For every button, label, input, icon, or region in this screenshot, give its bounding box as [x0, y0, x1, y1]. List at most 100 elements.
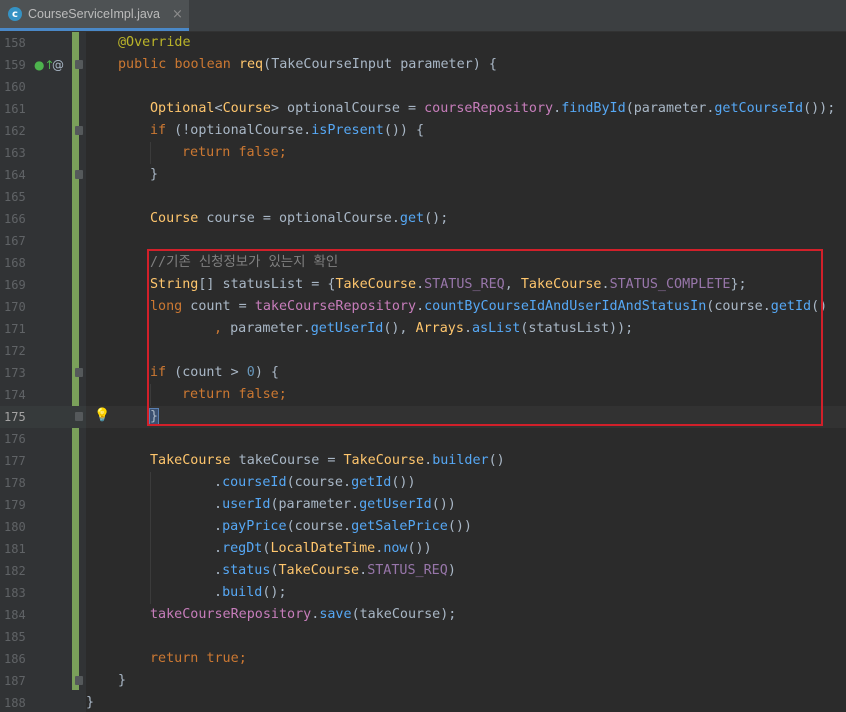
code-token: String — [150, 277, 199, 292]
line-number: 172 — [4, 344, 26, 358]
indent-guide — [150, 142, 151, 164]
line-number: 161 — [4, 102, 26, 116]
at-sign-icon[interactable]: @ — [52, 57, 64, 73]
code-token: parameter — [400, 57, 473, 72]
code-line: 179 .userId(parameter.getUserId()) — [0, 494, 846, 516]
code-line: 162 if (!optionalCourse.isPresent()) { — [0, 120, 846, 142]
code-token: (course. — [706, 299, 771, 314]
code-token: . — [214, 541, 223, 556]
line-number: 158 — [4, 36, 26, 50]
code-editor[interactable]: 158 @Override 159 ●↑ @ public boolean re… — [0, 32, 846, 712]
code-token: ()); — [803, 101, 836, 116]
code-token: < — [214, 101, 223, 116]
code-token: if — [150, 123, 167, 138]
java-class-icon: c — [8, 7, 22, 21]
line-number: 171 — [4, 322, 26, 336]
fold-marker-icon[interactable] — [75, 368, 83, 377]
code-token: , — [504, 277, 521, 292]
code-token: 0 — [246, 365, 255, 380]
line-number: 159 — [4, 58, 26, 72]
code-token: build — [222, 585, 263, 600]
line-number: 163 — [4, 146, 26, 160]
code-token: ()) — [391, 475, 416, 490]
code-token: TakeCourse — [278, 563, 360, 578]
code-token: get — [399, 211, 425, 226]
code-token: if — [150, 365, 167, 380]
code-line: 161 Optional<Course> optionalCourse = co… — [0, 98, 846, 120]
code-token: takeCourseRepository — [254, 299, 417, 314]
code-token: . — [214, 585, 223, 600]
code-token: . — [214, 519, 223, 534]
tab-course-service-impl[interactable]: c CourseServiceImpl.java × — [0, 0, 189, 31]
code-line: 178 .courseId(course.getId()) — [0, 472, 846, 494]
code-line: 176 — [0, 428, 846, 450]
code-token: parameter — [278, 497, 352, 512]
code-token: (course. — [286, 519, 352, 534]
code-token: courseRepository — [424, 101, 554, 116]
code-token: > optionalCourse = — [270, 101, 425, 116]
code-token: (), — [383, 321, 416, 336]
code-token: parameter — [230, 321, 303, 336]
code-token: TakeCourse — [335, 277, 417, 292]
code-line: 183 .build(); — [0, 582, 846, 604]
code-token: false — [238, 387, 279, 402]
code-token: Arrays — [415, 321, 464, 336]
fold-marker-icon[interactable] — [75, 412, 83, 421]
code-line: 185 — [0, 626, 846, 648]
code-token: getUserId — [310, 321, 384, 336]
code-line: 184 takeCourseRepository.save(takeCourse… — [0, 604, 846, 626]
code-token: status — [222, 563, 271, 578]
line-number: 183 — [4, 586, 26, 600]
code-token: findById — [561, 101, 626, 116]
line-number: 181 — [4, 542, 26, 556]
code-line: 186 return true; — [0, 648, 846, 670]
fold-marker-icon[interactable] — [75, 60, 83, 69]
code-token: return — [182, 387, 231, 402]
line-number: 177 — [4, 454, 26, 468]
code-token: ( — [270, 497, 279, 512]
code-line: 171 , parameter.getUserId(), Arrays.asLi… — [0, 318, 846, 340]
code-line: 158 @Override — [0, 32, 846, 54]
line-number: 164 — [4, 168, 26, 182]
code-line: 167 — [0, 230, 846, 252]
line-number: 167 — [4, 234, 26, 248]
fold-marker-icon[interactable] — [75, 170, 83, 179]
close-icon[interactable]: × — [172, 7, 183, 22]
code-token: . — [351, 497, 360, 512]
lightbulb-icon[interactable]: 💡 — [94, 408, 110, 424]
line-number: 188 — [4, 696, 26, 710]
code-line: 177 TakeCourse takeCourse = TakeCourse.b… — [0, 450, 846, 472]
code-line: 172 — [0, 340, 846, 362]
code-token: . — [601, 277, 610, 292]
code-token: TakeCourse — [150, 453, 231, 468]
code-line: 173 if (count > 0) { — [0, 362, 846, 384]
code-token: payPrice — [222, 519, 287, 534]
code-token: asList — [472, 321, 521, 336]
line-number: 169 — [4, 278, 26, 292]
line-number: 178 — [4, 476, 26, 490]
code-token: ) { — [254, 365, 279, 380]
code-token: long — [150, 299, 183, 314]
code-token: () — [811, 299, 828, 314]
code-token: . — [463, 321, 472, 336]
code-token: userId — [222, 497, 271, 512]
code-token: STATUS_REQ — [424, 277, 505, 292]
code-token: save — [319, 607, 352, 622]
line-number: 170 — [4, 300, 26, 314]
code-token: now — [383, 541, 408, 556]
fold-marker-icon[interactable] — [75, 676, 83, 685]
code-token: . — [553, 101, 562, 116]
code-token: . — [302, 321, 311, 336]
code-token: (); — [424, 211, 449, 226]
code-token: getSalePrice — [351, 519, 448, 534]
code-token: regDt — [222, 541, 263, 556]
code-token: req — [238, 57, 264, 72]
code-token: ()) — [447, 519, 472, 534]
code-token: () — [488, 453, 505, 468]
code-token: ; — [278, 145, 287, 160]
code-line-current: 175 💡 } — [0, 406, 846, 428]
fold-marker-icon[interactable] — [75, 126, 83, 135]
line-number: 184 — [4, 608, 26, 622]
line-number: 166 — [4, 212, 26, 226]
code-token: course = optionalCourse. — [198, 211, 400, 226]
